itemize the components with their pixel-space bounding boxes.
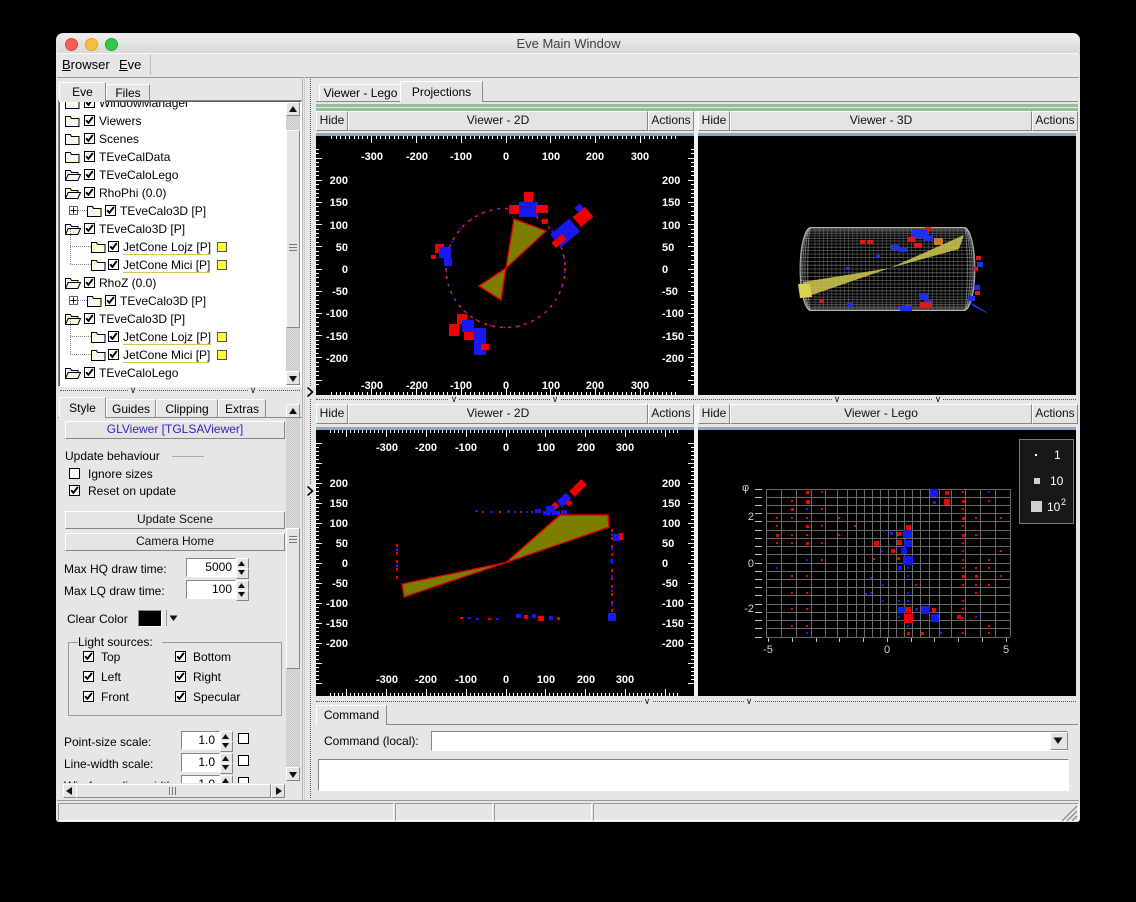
svg-text:-200: -200 bbox=[406, 151, 428, 163]
svg-text:50: 50 bbox=[336, 538, 348, 550]
svg-text:0: 0 bbox=[662, 264, 668, 276]
svg-text:100: 100 bbox=[330, 518, 348, 530]
svg-text:-2: -2 bbox=[744, 603, 754, 615]
svg-text:-100: -100 bbox=[455, 442, 477, 454]
svg-text:100: 100 bbox=[662, 220, 680, 232]
svg-text:-300: -300 bbox=[361, 380, 383, 392]
svg-text:150: 150 bbox=[330, 498, 348, 510]
svg-text:300: 300 bbox=[616, 674, 634, 686]
svg-text:100: 100 bbox=[537, 442, 555, 454]
svg-text:-200: -200 bbox=[415, 442, 437, 454]
svg-text:-50: -50 bbox=[662, 286, 678, 298]
svg-text:-100: -100 bbox=[662, 598, 684, 610]
svg-text:-300: -300 bbox=[376, 674, 398, 686]
svg-text:1: 1 bbox=[1054, 448, 1061, 462]
svg-text:200: 200 bbox=[586, 380, 604, 392]
svg-text:150: 150 bbox=[330, 197, 348, 209]
svg-text:200: 200 bbox=[586, 151, 604, 163]
svg-text:-200: -200 bbox=[326, 353, 348, 365]
svg-text:-300: -300 bbox=[361, 151, 383, 163]
svg-text:50: 50 bbox=[336, 242, 348, 254]
svg-text:-200: -200 bbox=[662, 353, 684, 365]
svg-text:2: 2 bbox=[1061, 497, 1066, 507]
svg-text:-100: -100 bbox=[326, 308, 348, 320]
svg-text:0: 0 bbox=[748, 558, 754, 570]
svg-text:0: 0 bbox=[503, 151, 509, 163]
svg-text:10: 10 bbox=[1047, 500, 1061, 514]
svg-text:-150: -150 bbox=[326, 331, 348, 343]
svg-text:-200: -200 bbox=[662, 638, 684, 650]
svg-text:0: 0 bbox=[342, 264, 348, 276]
svg-text:-100: -100 bbox=[662, 308, 684, 320]
svg-text:-100: -100 bbox=[326, 598, 348, 610]
svg-text:0: 0 bbox=[503, 442, 509, 454]
svg-text:0: 0 bbox=[503, 674, 509, 686]
svg-text:-200: -200 bbox=[415, 674, 437, 686]
svg-text:200: 200 bbox=[577, 442, 595, 454]
svg-text:50: 50 bbox=[662, 538, 674, 550]
svg-text:100: 100 bbox=[542, 380, 560, 392]
svg-text:10: 10 bbox=[1050, 474, 1064, 488]
svg-text:200: 200 bbox=[330, 175, 348, 187]
svg-text:2: 2 bbox=[748, 511, 754, 523]
svg-text:-200: -200 bbox=[406, 380, 428, 392]
svg-text:300: 300 bbox=[631, 380, 649, 392]
svg-text:5: 5 bbox=[1003, 644, 1009, 656]
svg-text:φ: φ bbox=[742, 482, 749, 494]
svg-text:50: 50 bbox=[662, 242, 674, 254]
svg-text:150: 150 bbox=[662, 197, 680, 209]
svg-text:0: 0 bbox=[503, 380, 509, 392]
svg-text:0: 0 bbox=[662, 558, 668, 570]
svg-text:300: 300 bbox=[616, 442, 634, 454]
svg-text:150: 150 bbox=[662, 498, 680, 510]
svg-text:-100: -100 bbox=[455, 674, 477, 686]
svg-text:100: 100 bbox=[330, 220, 348, 232]
svg-text:-5: -5 bbox=[763, 644, 773, 656]
svg-text:-300: -300 bbox=[376, 442, 398, 454]
svg-text:-150: -150 bbox=[662, 618, 684, 630]
svg-text:100: 100 bbox=[542, 151, 560, 163]
svg-text:200: 200 bbox=[577, 674, 595, 686]
svg-text:-150: -150 bbox=[662, 331, 684, 343]
svg-text:100: 100 bbox=[537, 674, 555, 686]
svg-text:200: 200 bbox=[662, 478, 680, 490]
svg-text:200: 200 bbox=[330, 478, 348, 490]
svg-text:200: 200 bbox=[662, 175, 680, 187]
svg-text:-200: -200 bbox=[326, 638, 348, 650]
svg-text:-150: -150 bbox=[326, 618, 348, 630]
svg-text:-50: -50 bbox=[332, 286, 348, 298]
svg-text:-100: -100 bbox=[450, 380, 472, 392]
svg-text:-50: -50 bbox=[662, 578, 678, 590]
svg-text:-100: -100 bbox=[450, 151, 472, 163]
svg-text:0: 0 bbox=[884, 644, 890, 656]
svg-text:-50: -50 bbox=[332, 578, 348, 590]
svg-text:300: 300 bbox=[631, 151, 649, 163]
svg-text:100: 100 bbox=[662, 518, 680, 530]
svg-text:0: 0 bbox=[342, 558, 348, 570]
